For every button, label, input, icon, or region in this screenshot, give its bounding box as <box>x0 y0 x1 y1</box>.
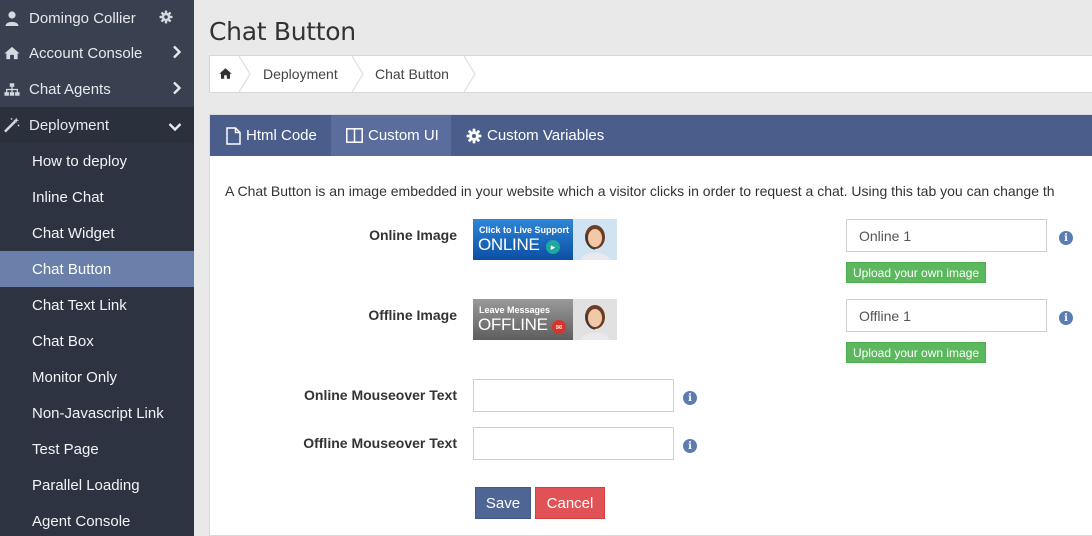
offline-image-select[interactable]: Offline 1 <box>846 299 1047 332</box>
breadcrumb-separator <box>351 56 364 92</box>
offline-banner-caption: Leave Messages <box>479 305 551 315</box>
tab-label: Custom UI <box>368 127 439 144</box>
info-icon[interactable]: i <box>1059 231 1073 245</box>
home-icon <box>4 45 20 61</box>
tab-bar: Html Code Custom UI Custom Variables <box>210 115 1092 156</box>
breadcrumb-deployment[interactable]: Deployment <box>263 56 338 92</box>
chevron-down-icon <box>168 119 182 136</box>
sidebar-subitem-label: Chat Box <box>32 332 94 350</box>
sidebar-subitem-how-to-deploy[interactable]: How to deploy <box>0 143 194 179</box>
magic-wand-icon <box>4 117 20 133</box>
online-chat-image: Click to Live Support ONLINE ▸ <box>473 219 617 260</box>
online-banner-status: ONLINE <box>478 235 540 254</box>
arrow-icon: ▸ <box>546 240 560 254</box>
gear-icon <box>466 128 482 144</box>
online-image-label: Online Image <box>369 227 457 243</box>
breadcrumb-chat-button[interactable]: Chat Button <box>375 56 449 92</box>
offline-chat-image: Leave Messages OFFLINE ✉ <box>473 299 617 340</box>
online-mouseover-label: Online Mouseover Text <box>304 387 457 403</box>
sidebar-subitem-monitor-only[interactable]: Monitor Only <box>0 359 194 395</box>
upload-offline-image-button[interactable]: Upload your own image <box>846 342 987 363</box>
sidebar-item-chat-agents[interactable]: Chat Agents <box>0 71 194 107</box>
tab-html-code[interactable]: Html Code <box>210 115 331 156</box>
sidebar-subitem-label: How to deploy <box>32 152 128 170</box>
online-banner-caption: Click to Live Support <box>479 225 570 235</box>
columns-icon <box>346 128 363 143</box>
sidebar: Domingo Collier Account Console Chat Age… <box>0 0 194 536</box>
sidebar-subitem-label: Inline Chat <box>32 188 104 206</box>
page-title: Chat Button <box>209 17 356 46</box>
mail-badge-icon: ✉ <box>552 320 566 334</box>
chevron-right-icon <box>172 81 182 99</box>
sidebar-subitem-test-page[interactable]: Test Page <box>0 431 194 467</box>
upload-online-image-button[interactable]: Upload your own image <box>846 262 987 283</box>
sidebar-item-label: Deployment <box>29 116 110 134</box>
breadcrumb-separator <box>238 56 251 92</box>
info-icon[interactable]: i <box>683 439 697 453</box>
gear-icon[interactable] <box>159 10 173 28</box>
sidebar-subitem-non-javascript-link[interactable]: Non-Javascript Link <box>0 395 194 431</box>
sidebar-subitem-chat-button[interactable]: Chat Button <box>0 251 194 287</box>
sidebar-subitem-chat-box[interactable]: Chat Box <box>0 323 194 359</box>
main-panel: Html Code Custom UI Custom Variables A C… <box>209 114 1092 536</box>
sidebar-subitem-label: Non-Javascript Link <box>32 404 164 422</box>
cancel-button[interactable]: Cancel <box>535 487 605 519</box>
sidebar-item-account-console[interactable]: Account Console <box>0 35 194 71</box>
offline-mouseover-label: Offline Mouseover Text <box>303 435 457 451</box>
breadcrumb-home[interactable] <box>219 56 232 92</box>
file-icon <box>226 126 241 145</box>
user-profile[interactable]: Domingo Collier <box>0 0 194 36</box>
offline-mouseover-input[interactable] <box>473 427 674 460</box>
breadcrumb: Deployment Chat Button <box>209 55 1092 93</box>
tab-label: Html Code <box>246 127 317 144</box>
sidebar-subitem-inline-chat[interactable]: Inline Chat <box>0 179 194 215</box>
sidebar-subitem-label: Chat Text Link <box>32 296 127 314</box>
sidebar-item-label: Chat Agents <box>29 80 111 98</box>
sitemap-icon <box>4 81 20 97</box>
sidebar-subitem-agent-console[interactable]: Agent Console <box>0 503 194 536</box>
info-icon[interactable]: i <box>1059 311 1073 325</box>
description-text: A Chat Button is an image embedded in yo… <box>225 183 1055 199</box>
breadcrumb-separator <box>463 56 476 92</box>
offline-image-label: Offline Image <box>368 307 457 323</box>
sidebar-subitem-label: Chat Widget <box>32 224 115 242</box>
sidebar-item-deployment[interactable]: Deployment <box>0 107 194 143</box>
user-icon <box>4 10 20 26</box>
online-mouseover-input[interactable] <box>473 379 674 412</box>
save-button[interactable]: Save <box>475 487 531 519</box>
sidebar-item-label: Account Console <box>29 44 143 62</box>
sidebar-subitem-chat-text-link[interactable]: Chat Text Link <box>0 287 194 323</box>
sidebar-subitem-chat-widget[interactable]: Chat Widget <box>0 215 194 251</box>
info-icon[interactable]: i <box>683 391 697 405</box>
online-image-select[interactable]: Online 1 <box>846 219 1047 252</box>
home-icon <box>219 66 232 82</box>
sidebar-subitem-label: Monitor Only <box>32 368 118 386</box>
tab-label: Custom Variables <box>487 127 605 144</box>
tab-custom-variables[interactable]: Custom Variables <box>451 115 615 156</box>
sidebar-subitem-label: Parallel Loading <box>32 476 140 494</box>
sidebar-subitem-label: Chat Button <box>32 260 112 278</box>
chevron-right-icon <box>172 45 182 63</box>
sidebar-subitem-label: Test Page <box>32 440 99 458</box>
offline-banner-status: OFFLINE <box>478 315 548 334</box>
user-name: Domingo Collier <box>29 9 136 27</box>
sidebar-subitem-label: Agent Console <box>32 512 131 530</box>
sidebar-subitem-parallel-loading[interactable]: Parallel Loading <box>0 467 194 503</box>
tab-custom-ui[interactable]: Custom UI <box>331 115 451 156</box>
